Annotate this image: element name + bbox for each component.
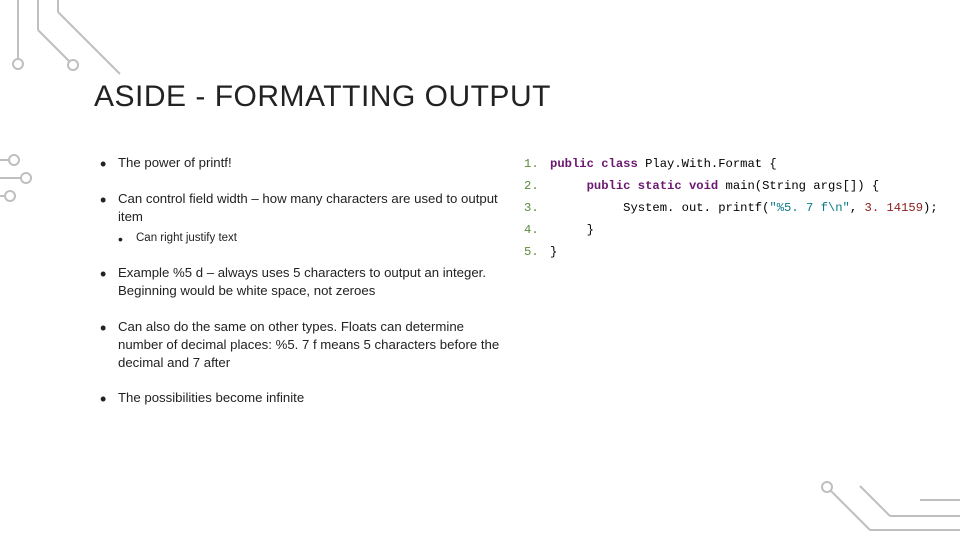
call: System. out. printf( bbox=[623, 201, 769, 215]
line-number: 1. bbox=[524, 154, 550, 176]
number-lit: 3. 14159 bbox=[865, 201, 924, 215]
slide: ASIDE - FORMATTING OUTPUT The power of p… bbox=[0, 0, 960, 540]
code-text: } bbox=[550, 220, 594, 242]
brace: { bbox=[769, 157, 776, 171]
code-text: public static void main(String args[]) { bbox=[550, 176, 879, 198]
code-text: System. out. printf("%5. 7 f\n", 3. 1415… bbox=[550, 198, 938, 220]
code-block: 1. public class Play.With.Format { 2. pu… bbox=[524, 154, 938, 425]
bullet-item: Can also do the same on other types. Flo… bbox=[100, 318, 500, 371]
line-number: 4. bbox=[524, 220, 550, 242]
bullet-text: The power of printf! bbox=[118, 155, 232, 170]
line-number: 5. bbox=[524, 242, 550, 264]
sub-bullet-text: Can right justify text bbox=[136, 232, 237, 244]
brace: } bbox=[550, 245, 557, 259]
code-line: 2. public static void main(String args[]… bbox=[524, 176, 938, 198]
bullet-text: The possibilities become infinite bbox=[118, 390, 304, 405]
indent bbox=[550, 179, 587, 193]
content-columns: The power of printf! Can control field w… bbox=[100, 154, 920, 425]
kw: public static void bbox=[587, 179, 726, 193]
bullet-text: Can control field width – how many chara… bbox=[118, 191, 498, 224]
slide-title: ASIDE - FORMATTING OUTPUT bbox=[94, 80, 920, 114]
line-number: 3. bbox=[524, 198, 550, 220]
bullet-text: Example %5 d – always uses 5 characters … bbox=[118, 265, 486, 298]
code-line: 5. } bbox=[524, 242, 938, 264]
line-number: 2. bbox=[524, 176, 550, 198]
bullet-item: Example %5 d – always uses 5 characters … bbox=[100, 264, 500, 300]
code-line: 3. System. out. printf("%5. 7 f\n", 3. 1… bbox=[524, 198, 938, 220]
string-lit: "%5. 7 f\n" bbox=[769, 201, 849, 215]
brace: } bbox=[587, 223, 594, 237]
comma: , bbox=[850, 201, 865, 215]
sub-bullet-list: Can right justify text bbox=[118, 231, 500, 246]
code-text: } bbox=[550, 242, 557, 264]
code-text: public class Play.With.Format { bbox=[550, 154, 777, 176]
code-line: 4. } bbox=[524, 220, 938, 242]
paren: ); bbox=[923, 201, 938, 215]
left-column: The power of printf! Can control field w… bbox=[100, 154, 500, 425]
indent bbox=[550, 223, 587, 237]
kw: public class bbox=[550, 157, 645, 171]
code-line: 1. public class Play.With.Format { bbox=[524, 154, 938, 176]
bullet-item: The possibilities become infinite bbox=[100, 389, 500, 407]
bullet-text: Can also do the same on other types. Flo… bbox=[118, 319, 499, 370]
bullet-list: The power of printf! Can control field w… bbox=[100, 154, 500, 407]
indent bbox=[550, 201, 623, 215]
ident: main(String args[]) { bbox=[726, 179, 880, 193]
sub-bullet-item: Can right justify text bbox=[118, 231, 500, 246]
ident: Play.With.Format bbox=[645, 157, 769, 171]
bullet-item: Can control field width – how many chara… bbox=[100, 190, 500, 247]
bullet-item: The power of printf! bbox=[100, 154, 500, 172]
